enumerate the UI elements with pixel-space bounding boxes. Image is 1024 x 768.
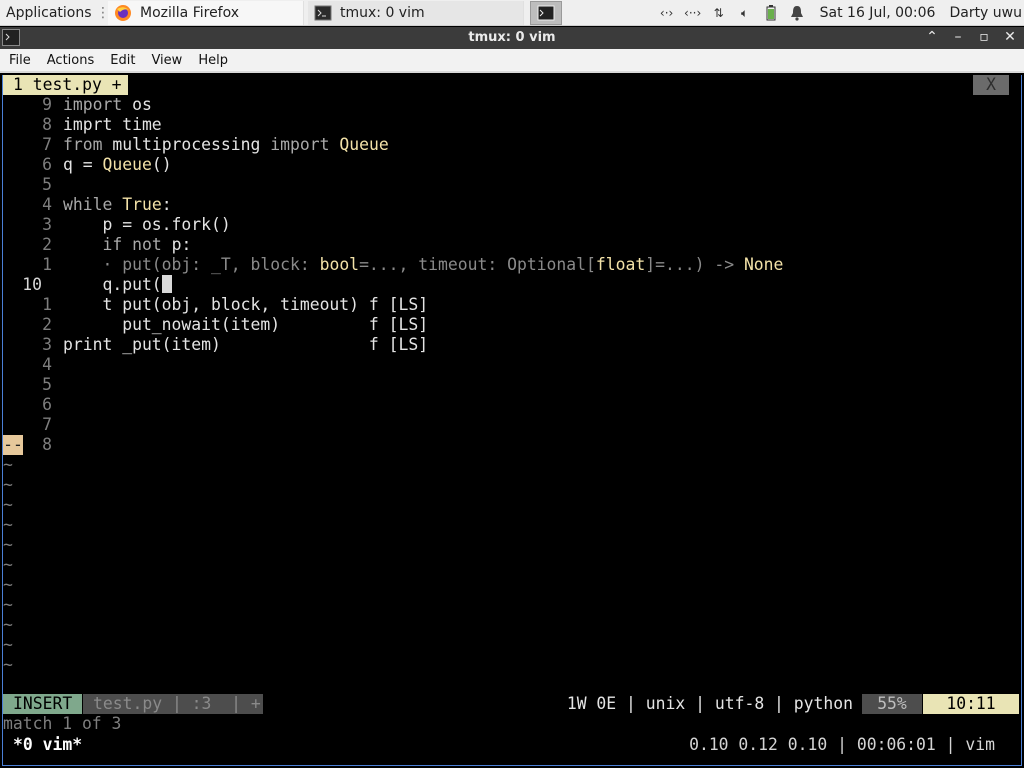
maximize-window-icon[interactable]: ▫ xyxy=(976,29,992,45)
menubar: File Actions Edit View Help xyxy=(0,49,1024,73)
window-title: tmux: 0 vim xyxy=(468,30,556,45)
notification-bell-icon[interactable] xyxy=(788,5,806,21)
line-number: 4 xyxy=(42,355,52,374)
line-number: 3 xyxy=(42,215,52,234)
status-info: 1W 0E | unix | utf-8 | python xyxy=(566,694,853,713)
mode-indicator: INSERT xyxy=(3,694,83,714)
line-number: 4 xyxy=(42,195,52,214)
menu-help[interactable]: Help xyxy=(190,53,236,68)
line-number: 2 xyxy=(42,235,52,254)
empty-line-tilde: ~ xyxy=(3,455,13,474)
code-line[interactable]: put_nowait(item) f [LS] xyxy=(63,315,428,335)
minimize-window-icon[interactable]: – xyxy=(950,29,966,45)
empty-line-tilde: ~ xyxy=(3,615,13,634)
empty-line-tilde: ~ xyxy=(3,555,13,574)
line-number: 5 xyxy=(42,175,52,194)
applications-label: Applications xyxy=(6,4,92,21)
system-tray: ‹·› ‹··› ⇅ 🔈︎ Sat 16 Jul, 00:06 Darty uw… xyxy=(658,0,1024,26)
empty-line-tilde: ~ xyxy=(3,515,13,534)
line-number: 7 xyxy=(42,415,52,434)
empty-line-tilde: ~ xyxy=(3,635,13,654)
empty-line-tilde: ~ xyxy=(3,595,13,614)
code-line[interactable]: import os xyxy=(63,95,152,115)
empty-line-tilde: ~ xyxy=(3,535,13,554)
text-cursor xyxy=(161,275,172,293)
menu-view[interactable]: View xyxy=(143,53,190,68)
top-panel: Applications ⋮ Mozilla Firefox tmux: 0 v… xyxy=(0,0,1024,26)
line-number: 9 xyxy=(42,95,52,114)
vim-message-line: match 1 of 3 xyxy=(3,714,122,733)
transfer-arrows-icon[interactable]: ⇅ xyxy=(710,5,728,21)
user-menu[interactable]: Darty uwu xyxy=(949,5,1022,21)
status-position: 10:11 xyxy=(923,694,1019,714)
line-number: 7 xyxy=(42,135,52,154)
volume-icon[interactable]: 🔈︎ xyxy=(736,5,754,21)
line-number: 3 xyxy=(42,335,52,354)
code-line[interactable]: while True: xyxy=(63,195,172,215)
tab-close-button[interactable]: X xyxy=(973,75,1009,95)
status-file: test.py | :3 | + xyxy=(83,694,263,714)
taskbar-item-tmux[interactable]: tmux: 0 vim xyxy=(308,0,524,25)
code-line[interactable]: p = os.fork() xyxy=(63,215,230,235)
line-number: 8 xyxy=(42,115,52,134)
close-window-icon[interactable]: ✕ xyxy=(1002,29,1018,45)
line-number: 1 xyxy=(42,255,52,274)
code-line[interactable]: · put(obj: _T, block: bool=..., timeout:… xyxy=(63,255,783,275)
status-percent: 55% xyxy=(862,694,922,714)
network-wired-icon[interactable]: ‹··› xyxy=(684,5,702,21)
terminal-launcher-button[interactable] xyxy=(530,0,562,25)
line-number: 6 xyxy=(42,155,52,174)
taskbar-item-firefox[interactable]: Mozilla Firefox xyxy=(108,0,304,25)
clock[interactable]: Sat 16 Jul, 00:06 xyxy=(820,5,936,21)
tab-test-py[interactable]: 1 test.py + xyxy=(3,75,128,95)
battery-icon[interactable] xyxy=(762,5,780,21)
vim-statusline: INSERT test.py | :3 | + 1W 0E | unix | u… xyxy=(3,694,1021,714)
taskbar-item-label: tmux: 0 vim xyxy=(340,4,425,21)
tmux-status-right: 0.10 0.12 0.10 | 00:06:01 | vim xyxy=(689,735,995,754)
code-line[interactable]: imprt time xyxy=(63,115,162,135)
sign-column-marker: -- xyxy=(3,435,23,455)
terminal-area[interactable]: 1 test.py + X 9 import os 8 imprt time 7 from… xyxy=(2,75,1022,766)
line-number: 6 xyxy=(42,395,52,414)
terminal-icon xyxy=(537,5,555,20)
line-number: 2 xyxy=(42,315,52,334)
menu-edit[interactable]: Edit xyxy=(102,53,143,68)
applications-menu[interactable]: Applications ⋮ xyxy=(0,0,108,26)
code-line[interactable]: q.put( xyxy=(63,275,172,295)
tmux-statusbar: *0 vim* 0.10 0.12 0.10 | 00:06:01 | vim xyxy=(3,734,1021,756)
line-number: 1 xyxy=(42,295,52,314)
network-icon[interactable]: ‹·› xyxy=(658,5,676,21)
empty-line-tilde: ~ xyxy=(3,575,13,594)
line-number: 5 xyxy=(42,375,52,394)
menu-file[interactable]: File xyxy=(0,53,39,68)
code-line[interactable]: q = Queue() xyxy=(63,155,172,175)
code-line[interactable]: t put(obj, block, timeout) f [LS] xyxy=(63,295,428,315)
empty-line-tilde: ~ xyxy=(3,475,13,494)
firefox-icon xyxy=(115,4,131,21)
window-titlebar[interactable]: tmux: 0 vim ⌃ – ▫ ✕ xyxy=(0,27,1024,49)
code-line[interactable]: if not p: xyxy=(63,235,191,255)
taskbar-item-label: Mozilla Firefox xyxy=(140,4,240,21)
terminal-icon xyxy=(314,5,332,20)
code-line[interactable]: from multiprocessing import Queue xyxy=(63,135,389,155)
line-number: 10 xyxy=(22,275,42,294)
empty-line-tilde: ~ xyxy=(3,655,13,674)
collapse-window-icon[interactable]: ⌃ xyxy=(924,29,940,45)
vim-tabline: 1 test.py + X xyxy=(3,75,1021,95)
tmux-window-label[interactable]: *0 vim* xyxy=(13,734,82,756)
code-line[interactable]: print _put(item) f [LS] xyxy=(63,335,428,355)
menu-actions[interactable]: Actions xyxy=(39,53,103,68)
empty-line-tilde: ~ xyxy=(3,495,13,514)
